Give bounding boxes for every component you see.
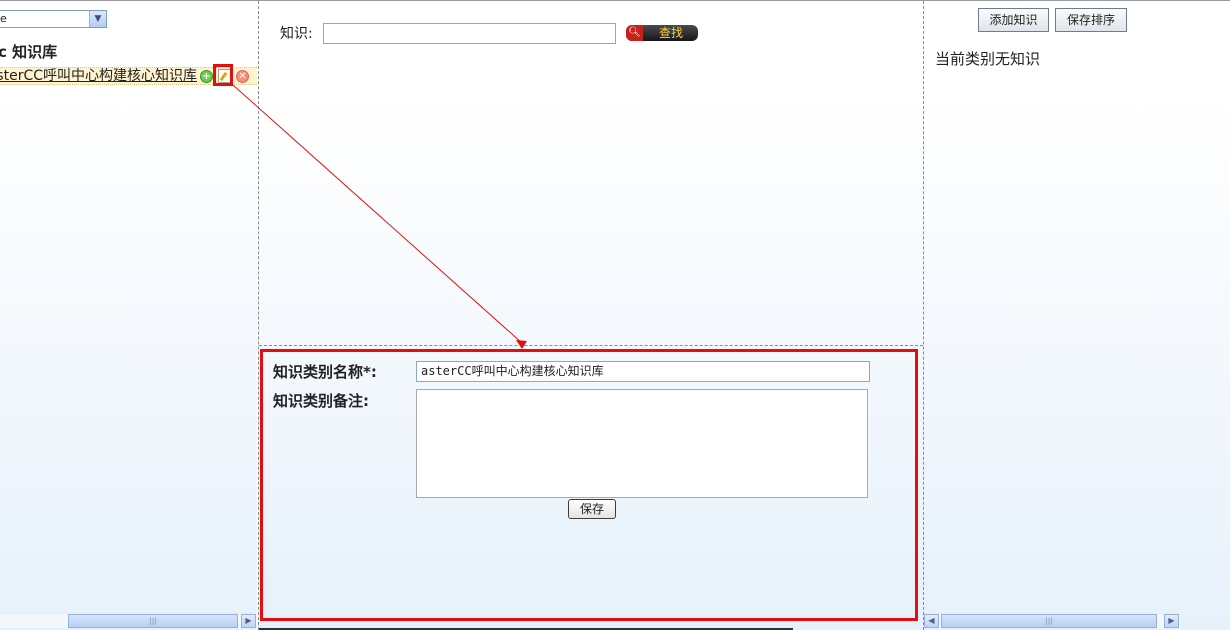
annotation-arrow: [232, 84, 527, 349]
arrow-head: [516, 340, 527, 349]
arrow-line: [232, 84, 523, 344]
